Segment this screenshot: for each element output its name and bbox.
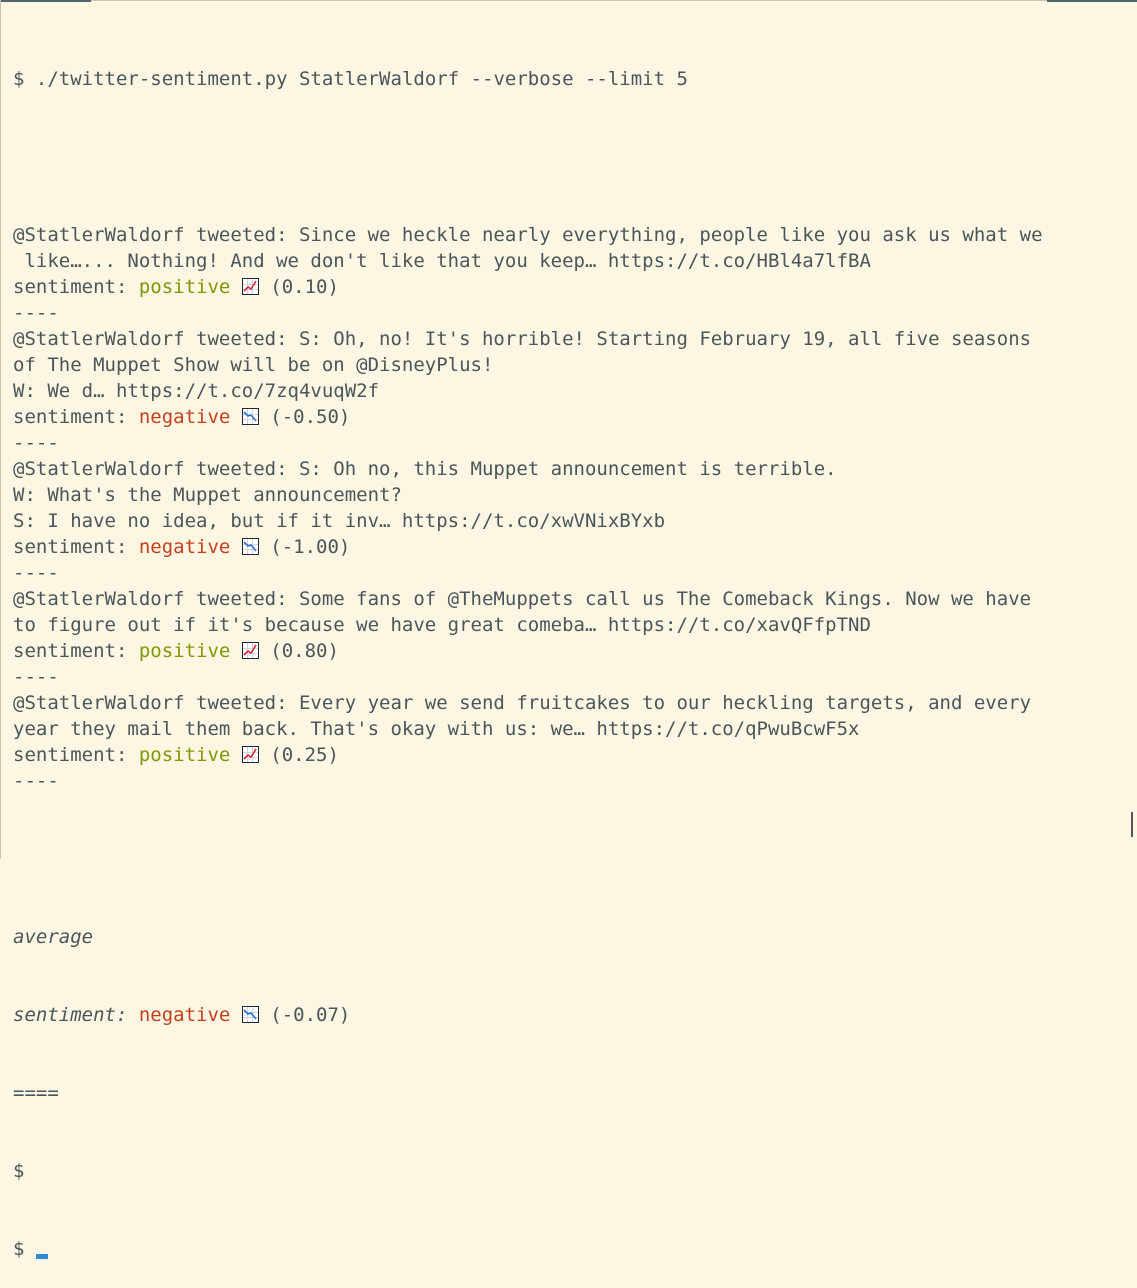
tweet-text-line: @StatlerWaldorf tweeted: S: Oh no, this …: [13, 458, 837, 480]
sentiment-label: sentiment:: [13, 406, 139, 428]
sentiment-line: sentiment: negative (-0.50): [13, 404, 1123, 430]
prompt-line: $: [13, 1158, 1123, 1184]
sentiment-value: positive: [138, 640, 231, 662]
sentiment-value: negative: [138, 406, 231, 428]
sentiment-label: sentiment:: [13, 536, 139, 558]
sentiment-value: positive: [138, 744, 231, 766]
tweet-separator: ----: [13, 770, 59, 792]
chart-increasing-icon: [241, 278, 259, 295]
text-cursor: [35, 1254, 48, 1259]
tweet-separator: ----: [13, 562, 59, 584]
chart-decreasing-icon: [241, 408, 259, 425]
active-prompt-line[interactable]: $: [13, 1236, 1123, 1262]
tweet-separator: ----: [13, 432, 59, 454]
average-separator: ====: [13, 1082, 59, 1104]
tweet-text-line: W: What's the Muppet announcement?: [13, 484, 402, 506]
sentiment-value: positive: [138, 276, 231, 298]
terminal-output[interactable]: $ ./twitter-sentiment.py StatlerWaldorf …: [13, 14, 1123, 1288]
prompt: $: [13, 1160, 36, 1182]
average-sentiment-score: (-0.07): [270, 1004, 351, 1026]
average-sentiment-value: negative: [138, 1004, 231, 1026]
tweet-list: @StatlerWaldorf tweeted: Since we heckle…: [13, 222, 1123, 794]
sentiment-label: sentiment:: [13, 640, 139, 662]
window-corner-left: [1, 0, 91, 2]
sentiment-value: negative: [138, 536, 231, 558]
sentiment-line: sentiment: negative (-1.00): [13, 534, 1123, 560]
sentiment-score: (0.25): [270, 744, 339, 766]
tweet-text-line: @StatlerWaldorf tweeted: S: Oh, no! It's…: [13, 328, 1032, 350]
tweet-text-line: @StatlerWaldorf tweeted: Some fans of @T…: [13, 588, 1032, 610]
sentiment-line: sentiment: positive (0.80): [13, 638, 1123, 664]
window-corner-right: [1047, 0, 1137, 2]
sentiment-label: sentiment:: [13, 276, 139, 298]
sentiment-score: (-0.50): [270, 406, 351, 428]
chart-decreasing-icon: [241, 1006, 259, 1023]
tweet-text-line: to figure out if it's because we have gr…: [13, 614, 871, 636]
sentiment-label: sentiment:: [13, 744, 139, 766]
chart-increasing-icon: [241, 642, 259, 659]
scrollbar-thumb[interactable]: [1131, 812, 1133, 837]
tweet-text-line: like…... Nothing! And we don't like that…: [13, 250, 871, 272]
command-text: ./twitter-sentiment.py StatlerWaldorf --…: [35, 68, 688, 90]
chart-increasing-icon: [241, 746, 259, 763]
tweet-text-line: @StatlerWaldorf tweeted: Since we heckle…: [13, 224, 1043, 246]
average-label: average: [13, 926, 94, 948]
sentiment-line: sentiment: positive (0.25): [13, 742, 1123, 768]
average-sentiment-line: sentiment: negative (-0.07): [13, 1002, 1123, 1028]
prompt: $: [13, 1238, 36, 1260]
average-sentiment-label: sentiment:: [13, 1004, 128, 1026]
sentiment-score: (-1.00): [270, 536, 351, 558]
tweet-text-line: of The Muppet Show will be on @DisneyPlu…: [13, 354, 494, 376]
tweet-text-line: S: I have no idea, but if it inv… https:…: [13, 510, 666, 532]
tweet-separator: ----: [13, 666, 59, 688]
tweet-text-line: @StatlerWaldorf tweeted: Every year we s…: [13, 692, 1032, 714]
sentiment-score: (0.10): [270, 276, 339, 298]
tweet-text-line: W: We d… https://t.co/7zq4vuqW2f: [13, 380, 380, 402]
tweet-separator: ----: [13, 302, 59, 324]
sentiment-score: (0.80): [270, 640, 339, 662]
chart-decreasing-icon: [241, 538, 259, 555]
prompt: $: [13, 68, 36, 90]
sentiment-line: sentiment: positive (0.10): [13, 274, 1123, 300]
command-line: $ ./twitter-sentiment.py StatlerWaldorf …: [13, 66, 1123, 92]
tweet-text-line: year they mail them back. That's okay wi…: [13, 718, 860, 740]
